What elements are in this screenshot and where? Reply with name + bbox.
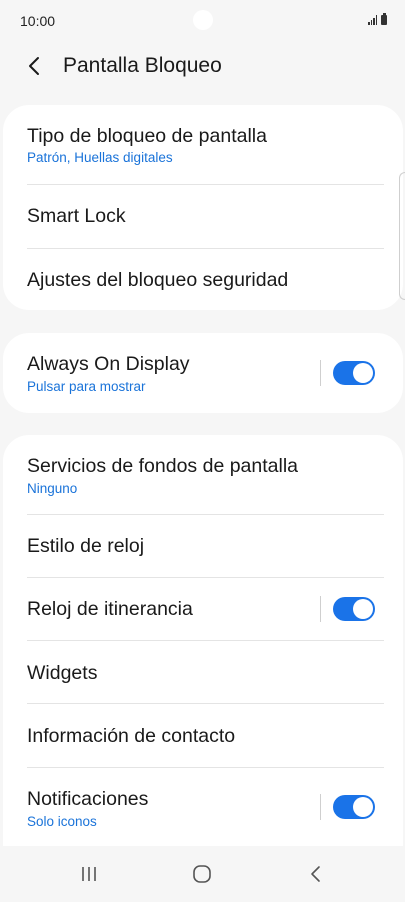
toggle-separator bbox=[320, 596, 321, 622]
toggle-knob bbox=[353, 797, 373, 817]
status-bar: 10:00 bbox=[0, 0, 405, 44]
item-title: Notificaciones bbox=[27, 788, 149, 810]
item-subtitle: Pulsar para mostrar bbox=[27, 379, 146, 394]
recents-icon[interactable] bbox=[80, 866, 98, 882]
item-title: Smart Lock bbox=[27, 205, 126, 227]
item-title: Widgets bbox=[27, 662, 98, 684]
toggle-knob bbox=[353, 599, 373, 619]
list-item-security-settings[interactable]: Ajustes del bloqueo seguridad bbox=[3, 249, 403, 310]
item-title: Reloj de itinerancia bbox=[27, 598, 193, 620]
toggle-separator bbox=[320, 360, 321, 386]
item-subtitle: Ninguno bbox=[27, 481, 78, 496]
list-item-widgets[interactable]: Widgets bbox=[3, 641, 403, 704]
list-item-wallpaper-services[interactable]: Servicios de fondos de pantalla Ninguno bbox=[3, 435, 403, 515]
scroll-indicator[interactable] bbox=[399, 172, 405, 300]
list-item-contact-info[interactable]: Información de contacto bbox=[3, 704, 403, 767]
item-title: Servicios de fondos de pantalla bbox=[27, 455, 299, 477]
item-subtitle: Patrón, Huellas digitales bbox=[27, 150, 173, 165]
toggle-knob bbox=[353, 363, 373, 383]
item-title: Ajustes del bloqueo seguridad bbox=[27, 269, 289, 291]
list-item-smart-lock[interactable]: Smart Lock bbox=[3, 185, 403, 248]
wallpaper-clock-card: Servicios de fondos de pantalla Ninguno … bbox=[3, 435, 403, 875]
navigation-bar bbox=[0, 846, 405, 902]
item-title: Estilo de reloj bbox=[27, 535, 145, 557]
header: Pantalla Bloqueo bbox=[0, 44, 405, 88]
chevron-left-icon[interactable] bbox=[24, 54, 48, 78]
item-title: Información de contacto bbox=[27, 725, 236, 747]
list-item-clock-style[interactable]: Estilo de reloj bbox=[3, 515, 403, 578]
toggle-separator bbox=[320, 794, 321, 820]
battery-icon bbox=[381, 13, 387, 25]
back-icon[interactable] bbox=[309, 865, 323, 883]
item-title: Always On Display bbox=[27, 353, 190, 375]
list-item-lock-type[interactable]: Tipo de bloqueo de pantalla Patrón, Huel… bbox=[3, 105, 403, 185]
camera-cutout bbox=[193, 10, 213, 30]
page-title: Pantalla Bloqueo bbox=[63, 54, 222, 77]
home-icon[interactable] bbox=[193, 865, 211, 883]
status-icons bbox=[368, 13, 387, 25]
roaming-clock-toggle[interactable] bbox=[333, 597, 375, 621]
lock-type-card: Tipo de bloqueo de pantalla Patrón, Huel… bbox=[3, 105, 403, 310]
notifications-toggle[interactable] bbox=[333, 795, 375, 819]
item-subtitle: Solo iconos bbox=[27, 814, 97, 829]
always-on-display-toggle[interactable] bbox=[333, 361, 375, 385]
status-time: 10:00 bbox=[20, 13, 56, 29]
signal-icon bbox=[368, 15, 377, 25]
item-title: Tipo de bloqueo de pantalla bbox=[27, 125, 267, 147]
always-on-display-card: Always On Display Pulsar para mostrar bbox=[3, 333, 403, 413]
